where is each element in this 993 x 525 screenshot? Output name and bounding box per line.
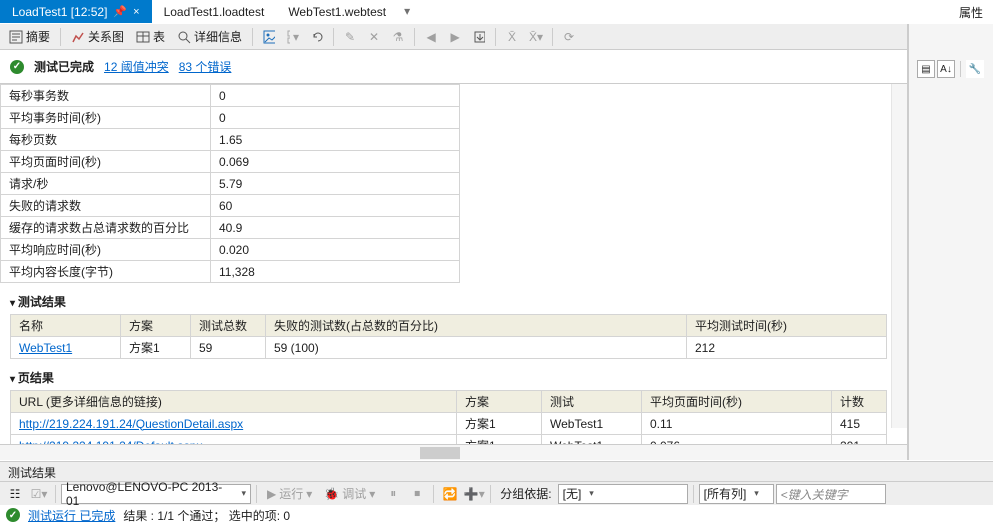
table-row[interactable]: http://219.224.191.24/Default.aspx方案1Web… (11, 435, 887, 445)
run-selector[interactable]: Lenovo@LENOVO-PC 2013-01 (61, 484, 251, 504)
checklist-icon: ☑▾ (28, 485, 50, 503)
metric-row: 平均页面时间(秒)0.069 (1, 151, 460, 173)
success-icon: ✓ (10, 60, 24, 74)
alphabetical-icon[interactable]: A↓ (937, 60, 955, 78)
test-run-link[interactable]: 测试运行 已完成 (28, 507, 115, 524)
content-area[interactable]: 每秒事务数0平均事务时间(秒)0每秒页数1.65平均页面时间(秒)0.069请求… (0, 84, 907, 444)
tab-loadtest-file[interactable]: LoadTest1.loadtest (152, 0, 277, 23)
tab-label: LoadTest1 [12:52] (12, 5, 107, 19)
edit-button: ✎ (339, 28, 361, 46)
nav-back-button: ◀ (420, 28, 442, 46)
group-by-label: 分组依据: (496, 485, 555, 502)
columns-selector[interactable]: [所有列] (699, 484, 774, 504)
metric-row: 失败的请求数60 (1, 195, 460, 217)
group-icon[interactable]: ☷ (4, 485, 26, 503)
th-test: 测试 (542, 391, 642, 413)
pin-icon[interactable]: 📌 (113, 5, 127, 18)
vertical-scrollbar[interactable] (891, 84, 907, 428)
summary-metrics-table: 每秒事务数0平均事务时间(秒)0每秒页数1.65平均页面时间(秒)0.069请求… (0, 84, 460, 283)
test-link[interactable]: WebTest1 (19, 341, 72, 355)
metric-row: 每秒事务数0 (1, 85, 460, 107)
metric-row: 缓存的请求数占总请求数的百分比40.9 (1, 217, 460, 239)
th-avg: 平均页面时间(秒) (642, 391, 832, 413)
th-url: URL (更多详细信息的链接) (11, 391, 457, 413)
page-results-table: URL (更多详细信息的链接) 方案 测试 平均页面时间(秒) 计数 http:… (10, 390, 887, 444)
url-link[interactable]: http://219.224.191.24/QuestionDetail.asp… (19, 417, 243, 431)
th-count: 计数 (832, 391, 887, 413)
tab-label: LoadTest1.loadtest (164, 5, 265, 19)
properties-panel-title: 属性 (949, 0, 993, 23)
th-avg: 平均测试时间(秒) (687, 315, 887, 337)
th-name: 名称 (11, 315, 121, 337)
th-total: 测试总数 (191, 315, 266, 337)
th-plan: 方案 (121, 315, 191, 337)
filter-button: ⚗ (387, 28, 409, 46)
close-icon[interactable]: × (133, 6, 139, 18)
metric-row: 平均内容长度(字节)11,328 (1, 261, 460, 283)
success-icon: ✓ (6, 508, 20, 522)
excel1-button: X̄ (501, 28, 523, 46)
tab-label: WebTest1.webtest (288, 5, 386, 19)
wrench-icon[interactable]: 🔧 (966, 60, 984, 78)
debug-button: 🐞 调试 ▾ (319, 483, 380, 504)
run-button: ▶ 运行 ▾ (262, 483, 317, 504)
status-done-label: 测试已完成 (34, 58, 94, 75)
image-toggle-button[interactable] (258, 28, 280, 46)
add-icon: ➕▾ (463, 485, 485, 503)
section-page-results[interactable]: 页结果 (0, 359, 907, 390)
graph-button[interactable]: 关系图 (66, 26, 129, 47)
test-results-table: 名称 方案 测试总数 失败的测试数(占总数的百分比) 平均测试时间(秒) Web… (10, 314, 887, 359)
metric-row: 平均响应时间(秒)0.020 (1, 239, 460, 261)
tab-loadtest1-run[interactable]: LoadTest1 [12:52] 📌 × (0, 0, 152, 23)
th-failed: 失败的测试数(占总数的百分比) (266, 315, 687, 337)
reset-button[interactable] (306, 28, 328, 46)
document-tabs: LoadTest1 [12:52] 📌 × LoadTest1.loadtest… (0, 0, 993, 24)
summary-button[interactable]: 摘要 (4, 26, 55, 47)
metric-row: 每秒页数1.65 (1, 129, 460, 151)
search-input[interactable]: <键入关键字 (776, 484, 886, 504)
tab-overflow-icon[interactable]: ▾ (398, 0, 416, 23)
metric-row: 平均事务时间(秒)0 (1, 107, 460, 129)
detail-button[interactable]: 详细信息 (172, 26, 247, 47)
result-toolbar: 摘要 关系图 表 详细信息 ▾ ✎ ✕ ⚗ ◀ ▶ X̄ X̄▾ ⟳ (0, 24, 907, 50)
nav-fwd-button: ▶ (444, 28, 466, 46)
categorized-icon[interactable]: ▤ (917, 60, 935, 78)
properties-pane: ▤ A↓ 🔧 (908, 24, 993, 460)
th-plan: 方案 (457, 391, 542, 413)
table-button[interactable]: 表 (131, 26, 170, 47)
bottom-panel-title: 测试结果 (8, 464, 56, 481)
pause-icon: ⏸ (382, 484, 404, 503)
grid-button: ▾ (282, 28, 304, 46)
table-row[interactable]: WebTest1 方案1 59 59 (100) 212 (11, 337, 887, 359)
refresh-button: ⟳ (558, 28, 580, 46)
group-by-selector[interactable]: [无] (558, 484, 688, 504)
table-row[interactable]: http://219.224.191.24/QuestionDetail.asp… (11, 413, 887, 435)
errors-link[interactable]: 83 个错误 (179, 58, 232, 75)
excel2-button: X̄▾ (525, 28, 547, 46)
status-text: 结果 : 1/1 个通过； 选中的项: 0 (123, 507, 290, 524)
bottom-status-bar: ✓ 测试运行 已完成 结果 : 1/1 个通过； 选中的项: 0 (0, 505, 993, 525)
tab-webtest-file[interactable]: WebTest1.webtest (276, 0, 398, 23)
section-test-results[interactable]: 测试结果 (0, 283, 907, 314)
status-row: ✓ 测试已完成 12 阈值冲突 83 个错误 (0, 50, 907, 84)
stop-icon: ⏹ (406, 484, 428, 503)
horizontal-scrollbar[interactable] (0, 444, 907, 460)
bottom-toolbar: ☷ ☑▾ Lenovo@LENOVO-PC 2013-01 ▶ 运行 ▾ 🐞 调… (0, 481, 993, 505)
threshold-link[interactable]: 12 阈值冲突 (104, 58, 169, 75)
metric-row: 请求/秒5.79 (1, 173, 460, 195)
repeat-icon[interactable]: 🔁 (439, 485, 461, 503)
delete-button: ✕ (363, 28, 385, 46)
export-button[interactable] (468, 28, 490, 46)
